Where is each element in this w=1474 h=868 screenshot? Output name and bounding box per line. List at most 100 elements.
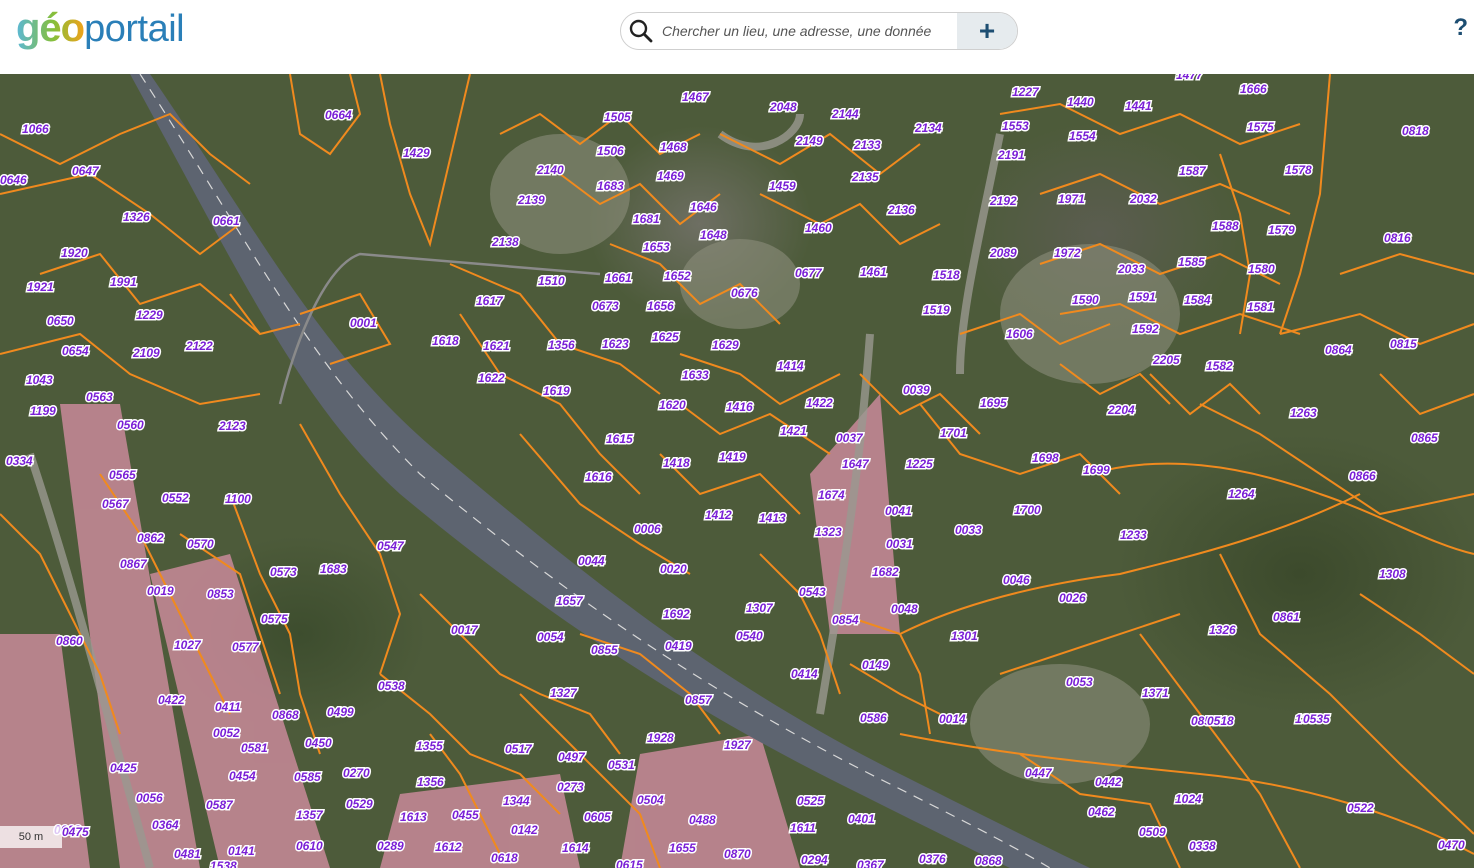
parcel-label[interactable]: 1666 [1239,81,1269,98]
parcel-label[interactable]: 1618 [431,333,461,350]
parcel-label[interactable]: 1066 [21,121,51,138]
parcel-label[interactable]: 0044 [577,553,607,570]
parcel-label[interactable]: 1615 [605,431,635,448]
parcel-label[interactable]: 0676 [730,285,760,302]
parcel-label[interactable]: 0017 [450,622,481,639]
geoportail-logo[interactable]: géo portail [16,6,185,56]
parcel-label[interactable]: 2032 [1128,191,1159,208]
parcel-label[interactable]: 1585 [1177,254,1207,271]
parcel-label[interactable]: 1617 [475,293,506,310]
parcel-label[interactable]: 0868 [974,853,1004,868]
parcel-label[interactable]: 1308 [1378,566,1408,583]
parcel-label[interactable]: 1682 [871,564,901,581]
parcel-label[interactable]: 0615 [615,857,645,868]
parcel-label[interactable]: 0816 [1383,230,1413,247]
parcel-label[interactable]: 1355 [415,738,445,755]
parcel-label[interactable]: 0367 [856,857,887,868]
parcel-label[interactable]: 2109 [131,345,162,362]
parcel-label[interactable]: 0273 [556,779,586,796]
parcel-label[interactable]: 2134 [913,120,944,137]
parcel-label[interactable]: 0565 [108,467,138,484]
parcel-label[interactable]: 0462 [1087,804,1117,821]
parcel-label[interactable]: 0857 [684,692,715,709]
parcel-label[interactable]: 0019 [146,583,176,600]
parcel-label[interactable]: 1510 [537,273,567,290]
parcel-label[interactable]: 0054 [536,629,566,646]
parcel-label[interactable]: 0425 [109,760,139,777]
parcel-label[interactable]: 1578 [1284,162,1314,179]
parcel-label[interactable]: 1674 [817,487,847,504]
parcel-label[interactable]: 0581 [240,740,270,757]
parcel-label[interactable]: 1414 [776,358,806,375]
parcel-label[interactable]: 2048 [768,99,799,116]
parcel-label[interactable]: 0543 [798,584,828,601]
parcel-label[interactable]: 1233 [1119,527,1149,544]
parcel-label[interactable]: 1356 [416,774,446,791]
parcel-label[interactable]: 1419 [718,449,748,466]
parcel-label[interactable]: 1519 [922,302,952,319]
parcel-label[interactable]: 0450 [304,735,334,752]
parcel-label[interactable]: 1655 [668,840,698,857]
parcel-label[interactable]: 0504 [636,792,666,809]
parcel-label[interactable]: 1629 [711,337,741,354]
search-box[interactable]: + [620,12,1018,50]
parcel-label[interactable]: 0587 [205,797,236,814]
parcel-label[interactable]: 1592 [1131,321,1161,338]
parcel-label[interactable]: 0338 [1188,838,1218,855]
parcel-label[interactable]: 2205 [1151,352,1182,369]
parcel-label[interactable]: 0447 [1024,765,1055,782]
parcel-label[interactable]: 1357 [295,807,326,824]
parcel-label[interactable]: 0531 [607,757,637,774]
parcel-label[interactable]: 0142 [510,822,540,839]
parcel-label[interactable]: 0570 [186,536,216,553]
parcel-label[interactable]: 1699 [1082,462,1112,479]
parcel-label[interactable]: 1412 [704,507,734,524]
parcel-label[interactable]: 0646 [0,172,29,189]
parcel-label[interactable]: 0529 [345,796,375,813]
parcel-label[interactable]: 0052 [212,725,242,742]
parcel-label[interactable]: 1263 [1289,405,1319,422]
parcel-label[interactable]: 2122 [184,338,215,355]
parcel-label[interactable]: 2135 [850,169,881,186]
parcel-label[interactable]: 1623 [601,336,631,353]
parcel-label[interactable]: 0563 [85,389,115,406]
parcel-label[interactable]: 1619 [542,383,572,400]
parcel-label[interactable]: 0650 [46,313,76,330]
parcel-label[interactable]: 2204 [1106,402,1137,419]
parcel-label[interactable]: 1100 [224,491,253,508]
parcel-label[interactable]: 0855 [590,642,620,659]
parcel-label[interactable]: 1928 [646,730,676,747]
parcel-label[interactable]: 1371 [1141,685,1171,702]
parcel-label[interactable]: 1621 [482,338,512,355]
parcel-label[interactable]: 2140 [535,162,566,179]
parcel-label[interactable]: 0006 [633,521,663,538]
parcel-label[interactable]: 2133 [852,137,883,154]
parcel-label[interactable]: 1616 [584,469,614,486]
parcel-label[interactable]: 0818 [1401,123,1431,140]
parcel-label[interactable]: 2144 [830,106,861,123]
parcel-label[interactable]: 0039 [902,382,932,399]
parcel-label[interactable]: 0647 [71,163,102,180]
parcel-label[interactable]: 1920 [60,245,90,262]
parcel-label[interactable]: 1653 [642,239,672,256]
parcel-label[interactable]: 2138 [490,234,521,251]
parcel-label[interactable]: 1622 [477,370,507,387]
parcel-label[interactable]: 0867 [119,556,150,573]
parcel-label[interactable]: 0865 [1410,430,1440,447]
parcel-label[interactable]: 0488 [688,812,718,829]
parcel-label[interactable]: 0414 [790,666,820,683]
parcel-label[interactable]: 1579 [1267,222,1297,239]
parcel-label[interactable]: 1625 [651,329,681,346]
parcel-label[interactable]: 1554 [1068,128,1098,145]
parcel-label[interactable]: 0294 [800,852,830,868]
parcel-label[interactable]: 1646 [689,199,719,216]
parcel-label[interactable]: 0868 [271,707,301,724]
parcel-label[interactable]: 1590 [1071,292,1101,309]
parcel-label[interactable]: 0470 [1437,837,1467,854]
parcel-label[interactable]: 2192 [988,193,1019,210]
parcel-label[interactable]: 1581 [1246,299,1276,316]
parcel-label[interactable]: 0535 [1302,711,1332,728]
parcel-label[interactable]: 0677 [794,265,825,282]
parcel-label[interactable]: 1648 [699,227,729,244]
parcel-label[interactable]: 1356 [547,337,577,354]
